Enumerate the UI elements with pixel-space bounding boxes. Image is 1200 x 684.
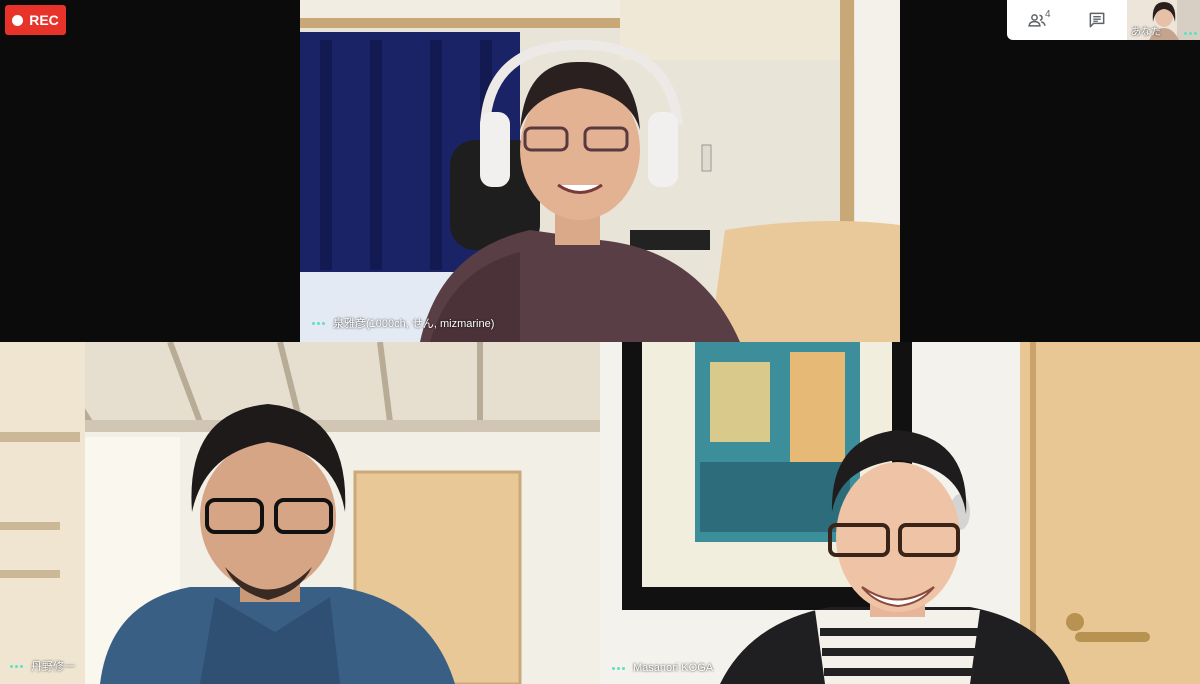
chat-button[interactable] [1067,0,1127,40]
recording-label: REC [29,12,59,28]
recording-badge: REC [5,5,66,35]
participant-video [0,342,600,684]
participant-nameplate: 丹野修一 [10,658,75,674]
participant-name: Masanori KOGA [633,662,714,674]
speaking-indicator-icon [612,666,625,670]
video-tile-main[interactable]: 泉雅彦(1000ch, せん, mizmarine) [300,0,900,342]
participant-nameplate: Masanori KOGA [612,662,713,674]
participant-name: 丹野修一 [31,661,75,673]
speaking-indicator-icon [10,664,23,668]
speaking-indicator-icon [312,321,325,325]
participant-nameplate: 泉雅彦(1000ch, せん, mizmarine) [312,315,494,331]
video-tile-bottom-right[interactable]: Masanori KOGA [600,342,1200,684]
people-icon [1028,14,1046,27]
self-view-thumbnail[interactable]: あなた [1127,0,1200,40]
chat-icon [1089,12,1105,28]
participant-video [300,0,900,342]
speaking-indicator-icon [1184,32,1197,35]
participants-button[interactable]: 4 [1007,0,1067,40]
participant-video [600,342,1200,684]
self-label: あなた [1131,27,1161,38]
record-dot-icon [12,14,24,26]
participants-count: 4 [1045,9,1051,20]
meeting-toolbar: 4 あなた [1007,0,1200,40]
participant-name: 泉雅彦(1000ch, せん, mizmarine) [333,318,495,330]
video-tile-bottom-left[interactable]: 丹野修一 [0,342,600,684]
